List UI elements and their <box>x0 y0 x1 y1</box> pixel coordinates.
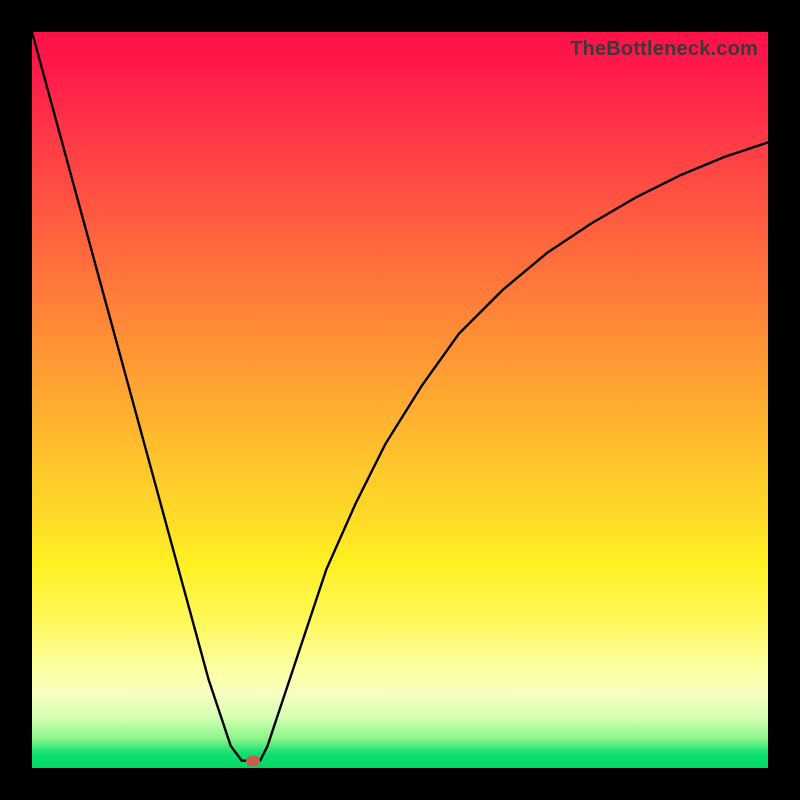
plot-area: TheBottleneck.com <box>32 32 768 768</box>
minimum-marker <box>246 755 260 766</box>
chart-container: TheBottleneck.com <box>0 0 800 800</box>
line-curve <box>32 32 768 768</box>
